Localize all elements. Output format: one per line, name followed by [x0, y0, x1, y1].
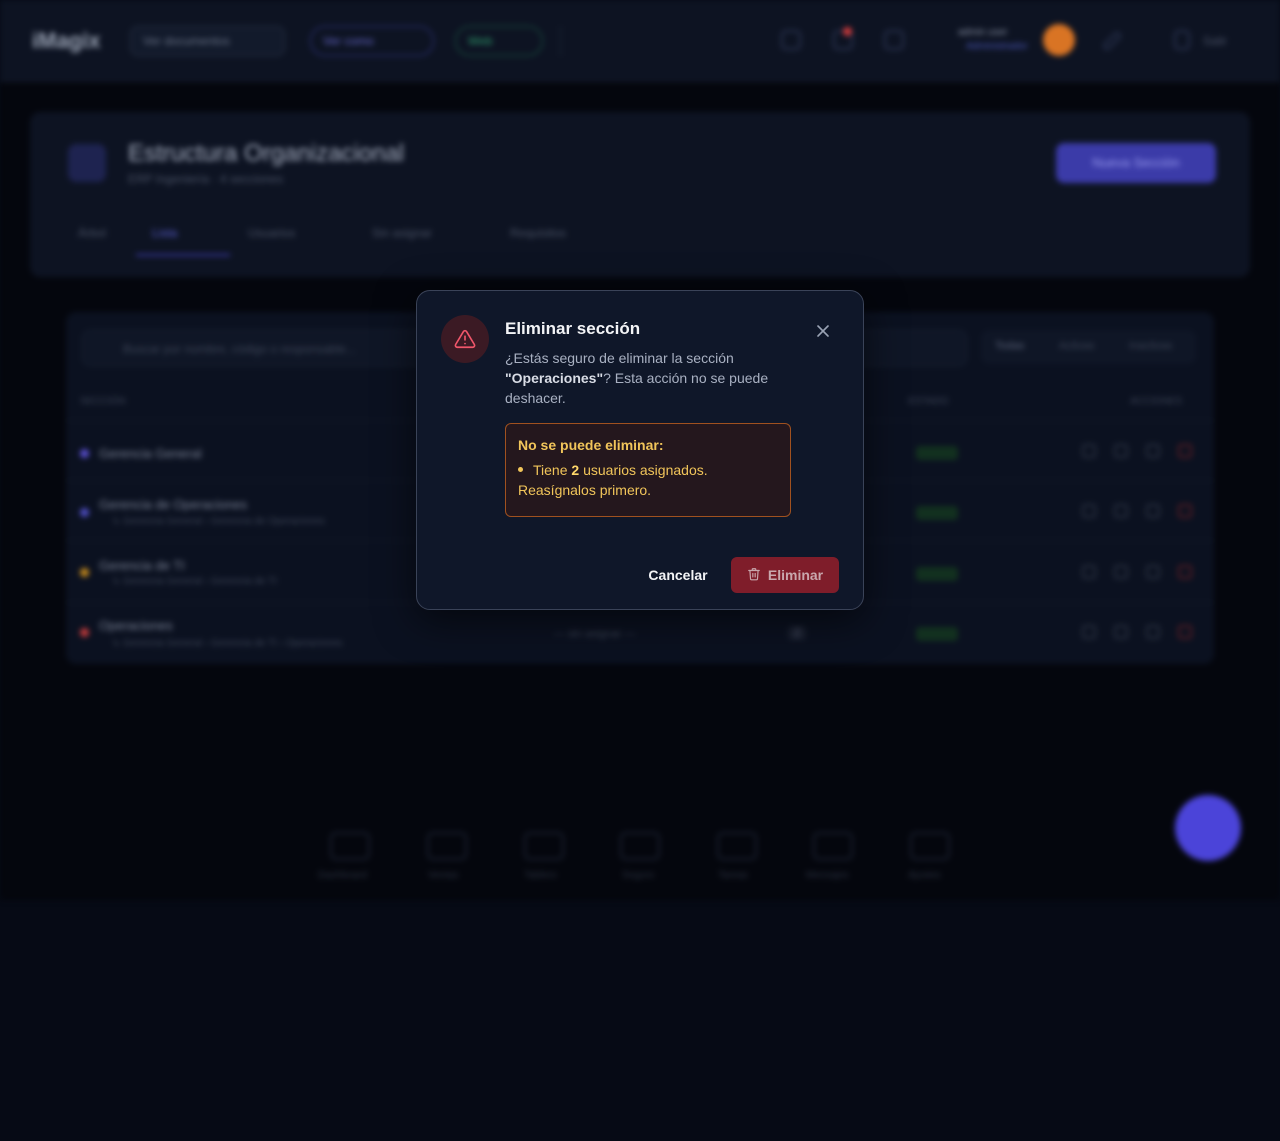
nav-board-icon[interactable]: [524, 832, 564, 860]
table-row-title[interactable]: Operaciones: [99, 618, 173, 633]
error-alert: No se puede eliminar: Tiene 2 usuarios a…: [505, 423, 791, 517]
tab-tree[interactable]: Árbol: [78, 226, 106, 240]
tab-list[interactable]: Lista: [152, 226, 177, 240]
new-section-button[interactable]: Nueva Sección: [1056, 143, 1216, 183]
view-icon[interactable]: [1082, 565, 1096, 579]
search-icon[interactable]: [781, 30, 801, 50]
edit-icon[interactable]: [1114, 504, 1128, 518]
user-count-badge: 2: [788, 626, 807, 640]
column-header-actions: ACCIONES: [1130, 396, 1183, 407]
edit-icon[interactable]: [1114, 565, 1128, 579]
section-color-dot: [80, 628, 89, 637]
nav-dashboard-icon[interactable]: [330, 832, 370, 860]
section-color-dot: [80, 449, 89, 458]
notification-badge: [843, 27, 852, 36]
status-badge: [916, 446, 958, 460]
trash-icon[interactable]: [1178, 625, 1192, 639]
view-as-button[interactable]: Ver como: [310, 26, 434, 56]
app-logo[interactable]: iMagix: [32, 28, 100, 54]
dialog-message: ¿Estás seguro de eliminar la sección "Op…: [505, 348, 805, 408]
trash-icon[interactable]: [1178, 444, 1192, 458]
user-name: admin user: [958, 27, 1008, 38]
grid-icon[interactable]: [884, 30, 904, 50]
edit-icon[interactable]: [1114, 625, 1128, 639]
nav-label[interactable]: Ajustes: [908, 870, 941, 881]
error-prefix: Tiene: [533, 462, 568, 478]
tab-unassigned[interactable]: Sin asignar: [372, 226, 432, 240]
status-badge: [916, 506, 958, 520]
top-navbar: iMagix Ver documentos Ver como Web admin…: [0, 0, 1280, 82]
web-button[interactable]: Web: [455, 26, 543, 56]
sparkle-fab-button[interactable]: [1175, 795, 1241, 861]
column-header-status: ESTADO: [908, 396, 949, 407]
nav-label[interactable]: Seguro: [622, 870, 654, 881]
view-icon[interactable]: [1082, 625, 1096, 639]
delete-button-label: Eliminar: [767, 567, 824, 583]
section-color-dot: [80, 508, 89, 517]
page-header: Estructura Organizacional ERP Ingeniería…: [30, 112, 1250, 277]
section-color-dot: [80, 568, 89, 577]
close-icon[interactable]: [813, 321, 833, 341]
error-title: No se puede eliminar:: [518, 437, 664, 453]
column-header-section: SECCIÓN: [80, 396, 126, 407]
nav-label[interactable]: Ventas: [428, 870, 459, 881]
nav-messages-icon[interactable]: [813, 832, 853, 860]
message-prefix: ¿Estás seguro de eliminar la sección: [505, 350, 734, 366]
filter-active[interactable]: Activas: [1059, 340, 1094, 352]
view-icon[interactable]: [1082, 444, 1096, 458]
table-row-title[interactable]: Gerencia General: [99, 446, 202, 461]
nav-label[interactable]: Mensajes: [806, 870, 849, 881]
copy-icon[interactable]: [1146, 625, 1160, 639]
status-badge: [916, 567, 958, 581]
status-badge: [916, 627, 958, 641]
table-row-path: ↳ Gerencia General › Gerencia de Operaci…: [112, 516, 325, 527]
trash-icon[interactable]: [1178, 504, 1192, 518]
logout-icon[interactable]: [1174, 30, 1190, 50]
table-row-title[interactable]: Gerencia de TI: [99, 558, 185, 573]
status-filter[interactable]: Todas Activas Inactivas: [981, 330, 1196, 364]
unassigned-label: — sin asignar —: [554, 628, 636, 640]
tab-users[interactable]: Usuarios: [248, 226, 295, 240]
delete-button[interactable]: Eliminar: [731, 557, 839, 593]
bullet-icon: [518, 467, 523, 473]
active-tab-indicator: [136, 254, 230, 256]
error-item: Tiene 2 usuarios asignados. Reasígnalos …: [518, 460, 778, 500]
view-icon[interactable]: [1082, 504, 1096, 518]
copy-icon[interactable]: [1146, 504, 1160, 518]
section-name: "Operaciones": [505, 370, 604, 386]
docs-button[interactable]: Ver documentos: [130, 26, 285, 56]
avatar[interactable]: [1043, 24, 1075, 56]
tab-requirements[interactable]: Requisitos: [510, 226, 566, 240]
nav-sales-icon[interactable]: [427, 832, 467, 860]
cancel-button[interactable]: Cancelar: [631, 557, 725, 593]
nav-shield-icon[interactable]: [620, 832, 660, 860]
filter-all[interactable]: Todas: [995, 340, 1024, 352]
table-row-title[interactable]: Gerencia de Operaciones: [99, 497, 247, 512]
error-count: 2: [571, 462, 580, 478]
table-row-path: ↳ Gerencia General › Gerencia de TI › Op…: [112, 638, 343, 649]
filter-inactive[interactable]: Inactivas: [1129, 340, 1172, 352]
nav-label[interactable]: Dashboard: [318, 870, 367, 881]
dialog-title: Eliminar sección: [505, 319, 641, 338]
edit-icon[interactable]: [1114, 444, 1128, 458]
pencil-icon[interactable]: [1101, 30, 1123, 52]
search-placeholder: Buscar por nombre, código o responsable.…: [123, 342, 356, 356]
nav-label[interactable]: Tareas: [718, 870, 748, 881]
trash-icon[interactable]: [1178, 565, 1192, 579]
document-icon: [68, 144, 106, 182]
page-title: Estructura Organizacional: [128, 140, 405, 167]
nav-settings-icon[interactable]: [910, 832, 950, 860]
table-row-path: ↳ Gerencia General › Gerencia de TI: [112, 576, 277, 587]
page-subtitle: ERP Ingeniería · 4 secciones: [128, 172, 284, 186]
trash-icon: [747, 567, 761, 584]
nav-label[interactable]: Tablero: [524, 870, 557, 881]
logout-label[interactable]: Salir: [1203, 34, 1227, 48]
copy-icon[interactable]: [1146, 444, 1160, 458]
toolbar-divider: [560, 26, 600, 56]
nav-tasks-icon[interactable]: [717, 832, 757, 860]
copy-icon[interactable]: [1146, 565, 1160, 579]
user-role: Administrador: [966, 41, 1028, 52]
alert-triangle-icon: [441, 315, 489, 363]
delete-section-dialog: Eliminar sección ¿Estás seguro de elimin…: [416, 290, 864, 610]
